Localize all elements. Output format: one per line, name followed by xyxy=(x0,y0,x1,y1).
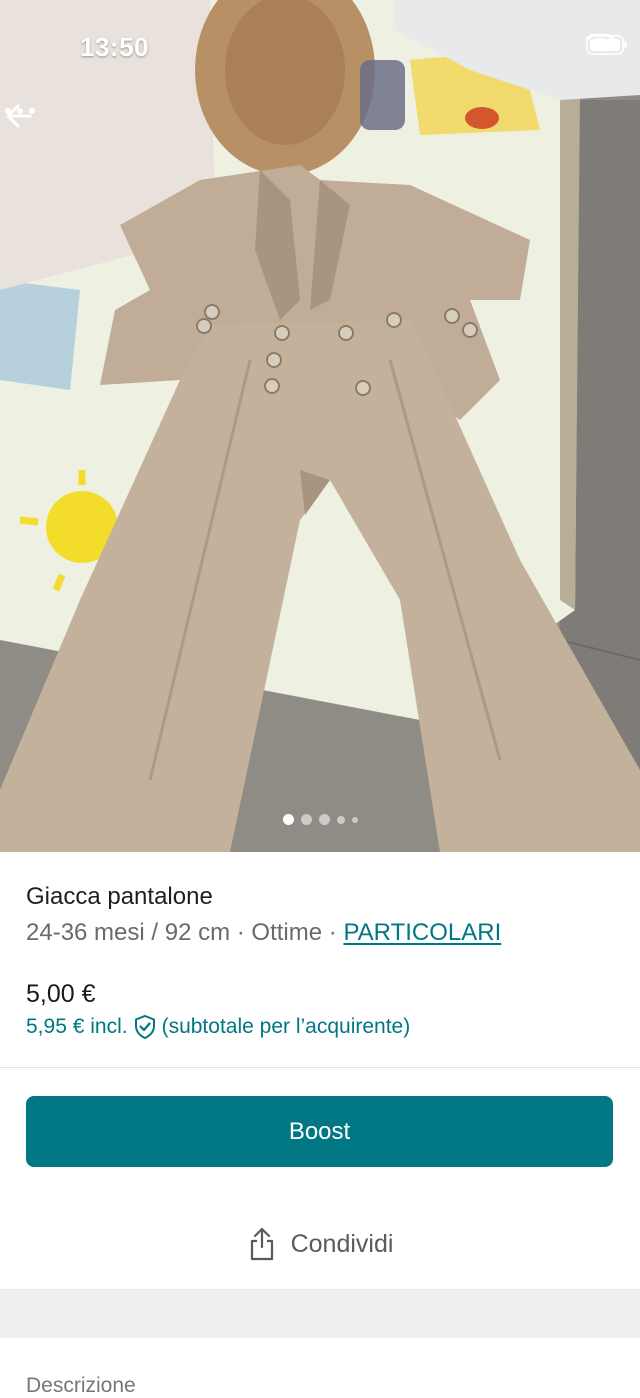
meta-separator: · xyxy=(322,919,344,946)
status-time: 13:50 xyxy=(80,32,149,62)
item-price: 5,00 € xyxy=(26,980,96,1008)
buyer-price-note: (subtotale per l’acquirente) xyxy=(161,1015,411,1038)
product-photo[interactable]: 13:50 xyxy=(0,0,640,852)
description-heading: Descrizione xyxy=(26,1374,136,1397)
pagination-dot[interactable] xyxy=(300,814,312,825)
section-spacer xyxy=(0,1289,640,1338)
buyer-price-value: 5,95 € incl. xyxy=(26,1015,128,1038)
pagination-dot[interactable] xyxy=(351,816,358,823)
shield-check-icon xyxy=(134,1014,155,1040)
item-title: Giacca pantalone xyxy=(26,883,213,910)
pagination-dot-active[interactable] xyxy=(282,814,294,825)
top-bar xyxy=(0,96,640,146)
pagination-dot[interactable] xyxy=(318,814,330,825)
section-divider xyxy=(0,1067,640,1068)
share-icon xyxy=(250,1227,273,1261)
boost-button[interactable]: Boost xyxy=(26,1096,613,1167)
item-condition: Ottime xyxy=(251,919,323,946)
share-button[interactable]: Condividi xyxy=(0,1222,640,1266)
share-label: Condividi xyxy=(290,1229,394,1258)
gallery-pagination xyxy=(0,814,640,825)
meta-separator: · xyxy=(230,919,252,946)
item-size: 24-36 mesi / 92 cm xyxy=(26,919,231,946)
buyer-price[interactable]: 5,95 € incl. (subtotale per l’acquirente… xyxy=(26,1014,410,1040)
item-meta: 24-36 mesi / 92 cm · Ottime · PARTICOLAR… xyxy=(26,919,501,947)
details-link[interactable]: PARTICOLARI xyxy=(343,919,501,946)
more-horizontal-icon[interactable] xyxy=(0,96,40,126)
status-bar: 13:50 xyxy=(0,30,640,66)
pagination-dot[interactable] xyxy=(336,815,345,824)
battery-icon xyxy=(586,35,627,55)
